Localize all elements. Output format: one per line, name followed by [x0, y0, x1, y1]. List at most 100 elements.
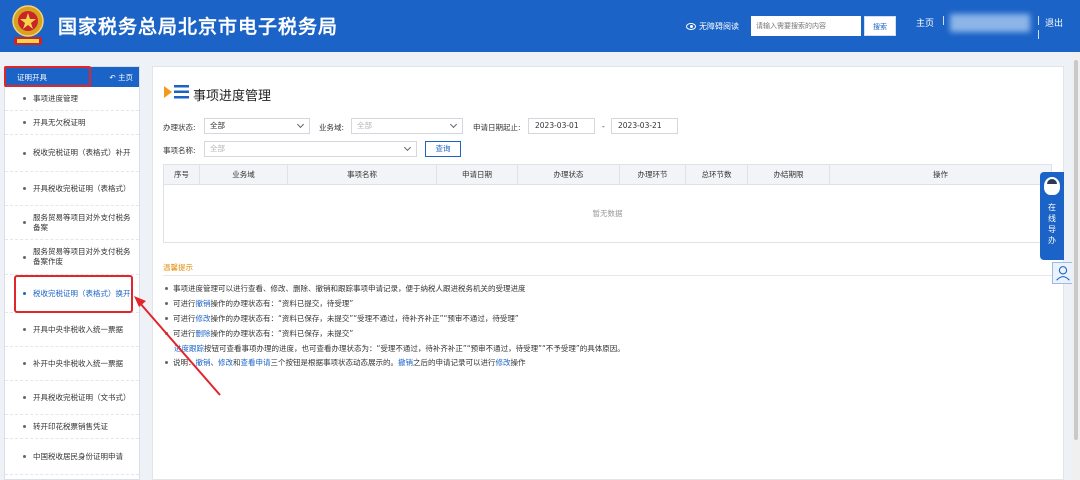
bullet-icon [165, 302, 168, 305]
sidebar-item[interactable]: 服务贸易等项目对外支付税务备案 [5, 206, 139, 240]
search-input[interactable] [751, 16, 861, 36]
sidebar-home-link[interactable]: ↶ 主页 [109, 72, 133, 83]
tip-text: 操作的办理状态有：“资料已保存，未提交” [210, 329, 354, 338]
tip-keyword: 修改 [218, 358, 233, 367]
sidebar-item[interactable]: 税收完税证明（表格式）补开 [5, 135, 139, 172]
bullet-icon [23, 425, 26, 428]
bullet-icon [23, 151, 26, 155]
tip-text: 操作 [510, 358, 526, 367]
accessibility-link[interactable]: 无障碍阅读 [686, 21, 739, 32]
sidebar-item[interactable]: 补开中央非税收入统一票据 [5, 347, 139, 381]
sidebar-home-label: 主页 [118, 73, 133, 82]
tips-title: 温馨提示 [163, 263, 193, 272]
sidebar-item-label: 事项进度管理 [33, 93, 78, 103]
item-name-select[interactable]: 全部 [204, 141, 417, 157]
bullet-icon [23, 97, 26, 100]
date-separator: - [602, 122, 605, 131]
chevron-down-icon [403, 143, 412, 152]
column-header: 业务域 [200, 165, 288, 185]
query-button[interactable]: 查询 [425, 141, 461, 157]
sidebar-item-label: 开具无欠税证明 [33, 117, 86, 127]
sidebar-item[interactable]: 开具税收完税证明（文书式） [5, 381, 139, 415]
item-name-placeholder: 全部 [210, 144, 225, 153]
bullet-icon [23, 328, 26, 331]
header-separator: | [1037, 16, 1041, 26]
sidebar: 证明开具 ↶ 主页 事项进度管理 开具无欠税证明 税收完税证明（表格式）补开 开… [4, 66, 140, 480]
customer-service-avatar-icon [1044, 177, 1060, 195]
progress-list-icon [164, 85, 189, 99]
empty-table-message: 暂无数据 [592, 209, 623, 218]
domain-label: 业务域: [319, 123, 345, 132]
date-end-input[interactable]: 2023-03-21 [611, 118, 678, 134]
bullet-icon [165, 332, 168, 335]
accessibility-label: 无障碍阅读 [699, 22, 739, 31]
bullet-icon [23, 121, 26, 124]
bullet-icon [23, 455, 26, 458]
bullet-icon [23, 187, 26, 190]
tip-text: 之后的申请记录可以进行 [413, 358, 496, 367]
status-select[interactable]: 全部 [204, 118, 310, 134]
page-title: 事项进度管理 [193, 89, 272, 104]
divider [163, 275, 1061, 276]
column-header: 操作 [933, 170, 948, 179]
tip-keyword-revoke: 撤销 [195, 299, 211, 308]
chevron-down-icon [449, 120, 458, 129]
domain-select[interactable]: 全部 [351, 118, 463, 134]
sidebar-item[interactable]: 开具中央非税收入统一票据 [5, 313, 139, 347]
sidebar-item[interactable]: 开具税收完税证明（表格式） [5, 172, 139, 206]
sidebar-item-label: 转开印花税票销售凭证 [33, 421, 108, 431]
tip-keyword: 撤销 [195, 358, 211, 367]
column-header: 总环节数 [686, 165, 748, 185]
bullet-icon [165, 287, 168, 290]
tip-text: 说明： [173, 358, 196, 367]
sidebar-item[interactable]: 服务贸易等项目对外支付税务备案作废 [5, 240, 139, 275]
tip-keyword: 查看申请 [240, 358, 271, 367]
user-icon[interactable] [1052, 262, 1074, 284]
tip-text: 可进行 [173, 329, 196, 338]
tip-text: 操作的办理状态有：“资料已保存，未提交”“受理不通过，待补齐补正”“预审不通过，… [210, 314, 519, 323]
status-select-value: 全部 [210, 121, 225, 130]
tip-keyword: 修改 [495, 358, 511, 367]
sidebar-item-label: 税收完税证明（表格式）补开 [33, 148, 131, 157]
online-guide-button[interactable]: 在线导办 [1040, 172, 1064, 260]
logout-link[interactable]: 退出 [1045, 16, 1063, 29]
back-arrow-icon: ↶ [109, 73, 118, 82]
tip-line: 事项进度管理可以进行查看、修改、删除、撤销和跟踪事项申请记录，便于纳税人跟进税务… [165, 283, 526, 294]
table-header: 序号 业务域 事项名称 申请日期 办理状态 办理环节 总环节数 办结期限 操作 [164, 165, 1051, 185]
tip-text: 、 [210, 358, 219, 367]
bullet-icon [23, 221, 26, 224]
tip-text: 和 [233, 358, 241, 367]
column-header: 申请日期 [437, 165, 518, 185]
tip-line: 说明：撤销、修改和查看申请三个按钮是根据事项状态动态展示的。撤销之后的申请记录可… [165, 357, 526, 368]
sidebar-item-label: 补开中央非税收入统一票据 [33, 358, 123, 368]
annotation-highlight-box [14, 275, 133, 313]
tip-text: 事项进度管理可以进行查看、修改、删除、撤销和跟踪事项申请记录，便于纳税人跟进税务… [173, 284, 526, 293]
tip-keyword-delete: 删除 [195, 329, 211, 338]
tip-keyword-track: 进度跟踪 [174, 344, 204, 353]
annotation-highlight-box [4, 66, 91, 87]
sidebar-item[interactable]: 事项进度管理 [5, 87, 139, 111]
column-header: 事项名称 [288, 165, 437, 185]
sidebar-item[interactable]: 转开印花税票销售凭证 [5, 415, 139, 439]
date-start-input[interactable]: 2023-03-01 [528, 118, 595, 134]
tip-text: 三个按钮是根据事项状态动态展示的。 [270, 358, 399, 367]
sidebar-item-label: 服务贸易等项目对外支付税务备案作废 [33, 247, 131, 266]
tip-line: 可进行撤销操作的办理状态有：“资料已提交，待受理” [165, 298, 353, 309]
bullet-icon [23, 396, 26, 399]
tip-keyword: 撤销 [398, 358, 413, 367]
domain-select-placeholder: 全部 [357, 121, 372, 130]
column-header: 办理状态 [518, 165, 620, 185]
sidebar-item[interactable]: 中国税收居民身份证明申请 [5, 439, 139, 475]
scrollbar-thumb[interactable] [1074, 60, 1078, 440]
search-button[interactable]: 搜索 [864, 16, 896, 36]
bullet-icon [23, 362, 26, 365]
online-guide-label: 在线导办 [1048, 203, 1056, 245]
column-header: 序号 [164, 165, 200, 185]
header-separator: | [942, 16, 946, 26]
tax-emblem-logo [12, 5, 44, 45]
tip-text: 按钮可查看事项办理的进度，也可查看办理状态为：“受理不通过，待补齐补正”“预审不… [204, 344, 625, 353]
home-link[interactable]: 主页 [916, 16, 934, 29]
sidebar-item[interactable]: 开具无欠税证明 [5, 111, 139, 135]
column-header: 办理环节 [620, 165, 686, 185]
sidebar-item-label: 开具税收完税证明（文书式） [33, 392, 131, 402]
